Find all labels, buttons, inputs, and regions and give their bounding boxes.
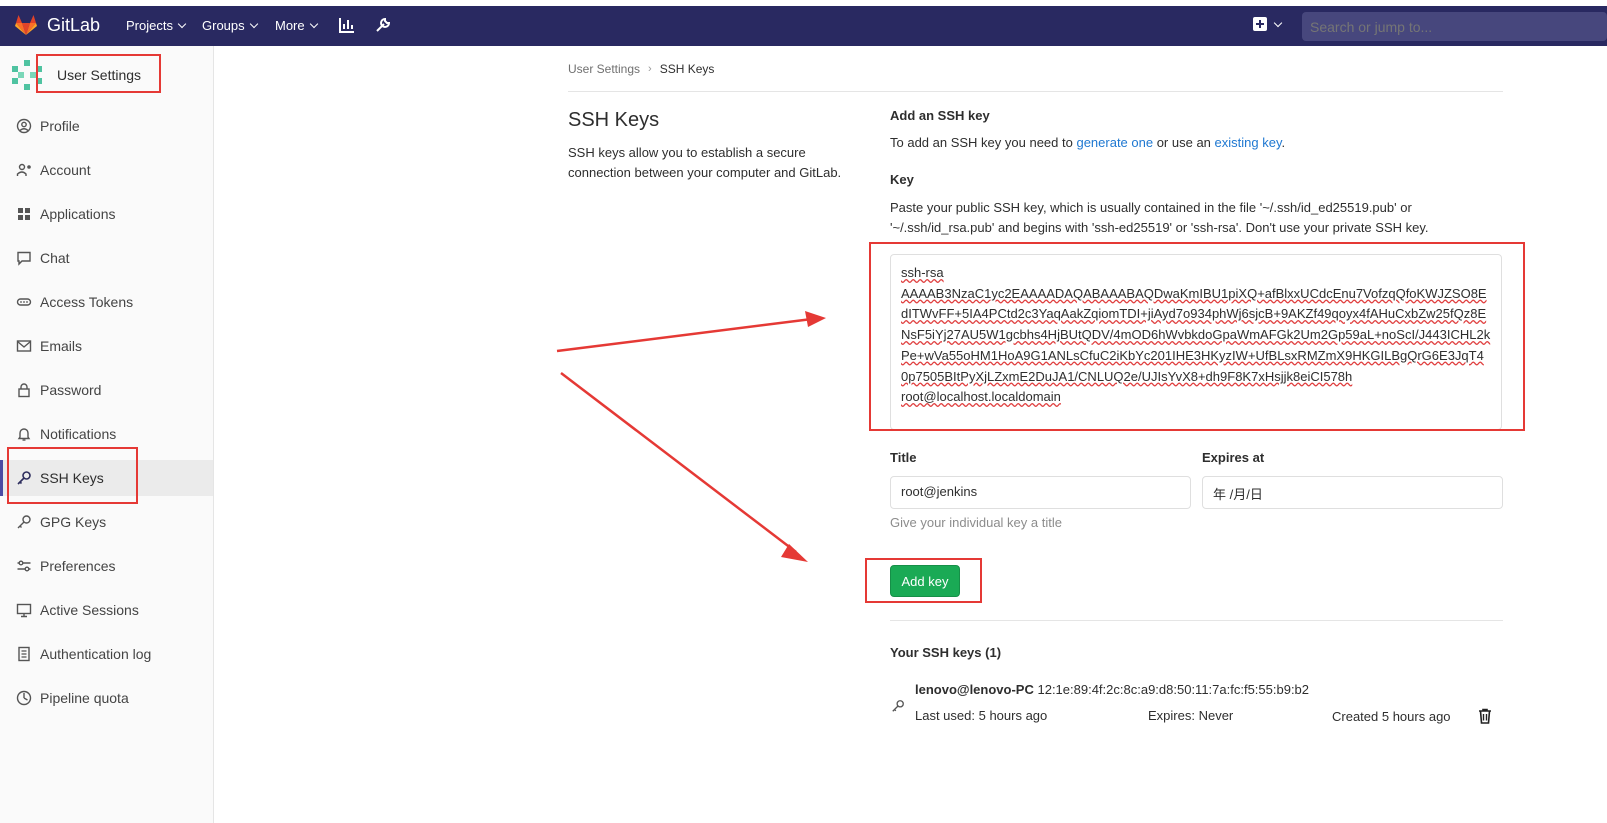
arrow-head <box>805 311 826 327</box>
annotation-arrow <box>556 317 813 353</box>
annotation-arrow <box>560 372 797 553</box>
arrow-head <box>781 544 808 562</box>
annotation-arrows <box>556 311 826 562</box>
